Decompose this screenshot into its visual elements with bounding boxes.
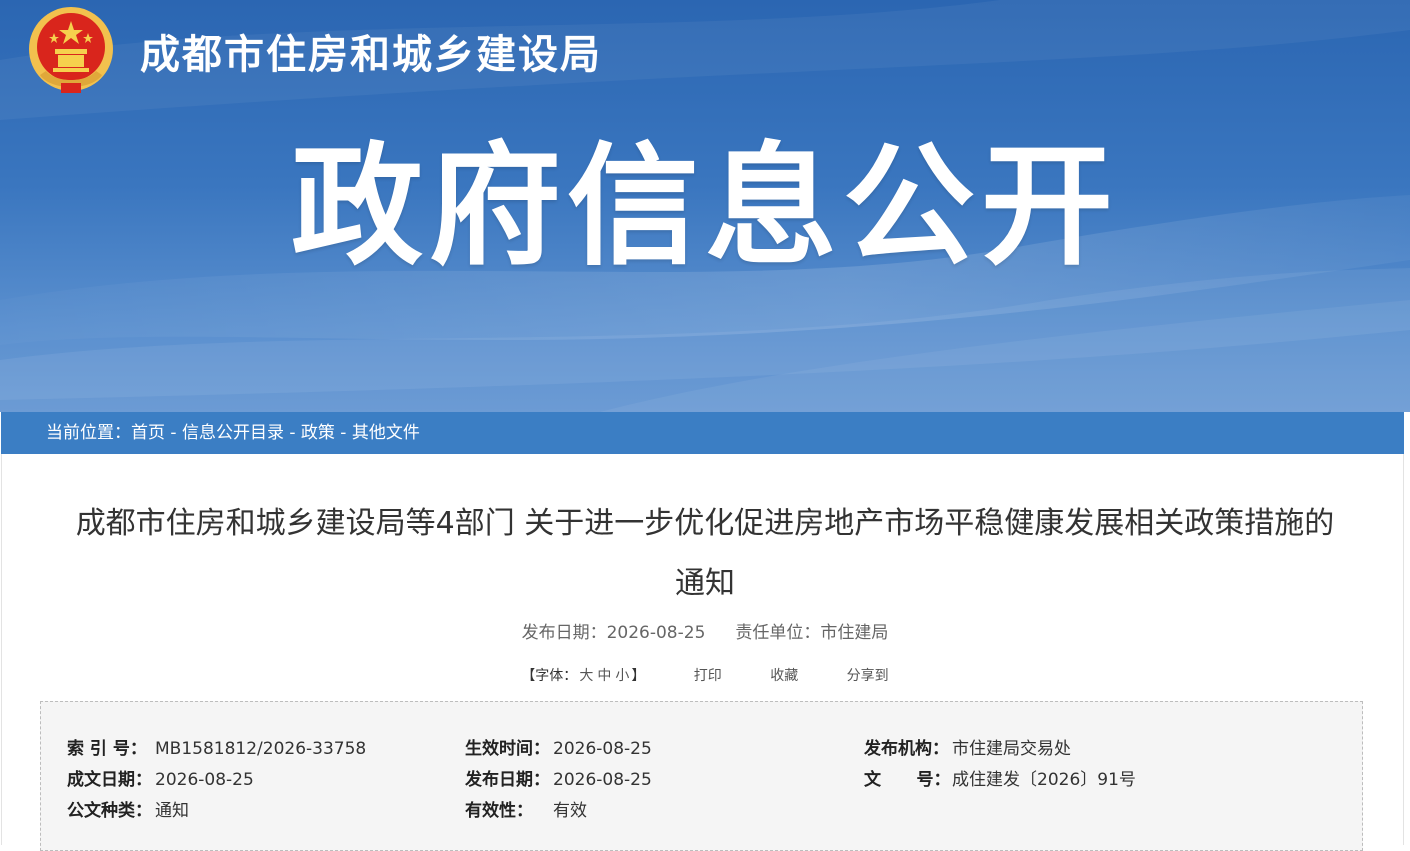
breadcrumb-home[interactable]: 首页 bbox=[131, 423, 165, 443]
breadcrumb-prefix: 当前位置： bbox=[46, 423, 131, 443]
favorite-button[interactable]: 收藏 bbox=[770, 665, 798, 687]
breadcrumb-other-files[interactable]: 其他文件 bbox=[352, 423, 420, 443]
breadcrumb-info-directory[interactable]: 信息公开目录 bbox=[182, 423, 284, 443]
doc-type-label: 公文种类： bbox=[67, 801, 152, 821]
department-value: 市住建局 bbox=[820, 623, 889, 643]
print-button[interactable]: 打印 bbox=[694, 665, 722, 687]
article-title: 成都市住房和城乡建设局等4部门 关于进一步优化促进房地产市场平稳健康发展相关政策… bbox=[0, 494, 1410, 614]
document-info-panel: 索 引 号： MB1581812/2026-33758 成文日期： 2026-08-… bbox=[40, 701, 1363, 851]
info-row-issuer: 发布机构： 市住建局交易处 bbox=[864, 734, 1136, 765]
font-size-medium-button[interactable]: 中 bbox=[597, 668, 611, 684]
info-row-index-no: 索 引 号： MB1581812/2026-33758 bbox=[67, 734, 366, 765]
doc-no-label: 文 号： bbox=[864, 770, 951, 790]
created-date-value: 2026-08-25 bbox=[155, 770, 254, 790]
national-emblem-icon bbox=[26, 5, 116, 97]
breadcrumb-separator: - bbox=[165, 423, 182, 443]
department-label: 责任单位： bbox=[735, 623, 821, 643]
header-banner: 成都市住房和城乡建设局 政府信息公开 bbox=[0, 0, 1410, 412]
info-row-validity: 有效性： 有效 bbox=[465, 796, 652, 827]
article-meta: 发布日期：2026-08-25 责任单位：市住建局 bbox=[0, 620, 1410, 646]
info-row-publish-date: 发布日期： 2026-08-25 bbox=[465, 765, 652, 796]
article-title-line-1: 成都市住房和城乡建设局等4部门 关于进一步优化促进房地产市场平稳健康发展相关政策… bbox=[75, 506, 1335, 541]
info-row-created-date: 成文日期： 2026-08-25 bbox=[67, 765, 366, 796]
info-column-2: 生效时间： 2026-08-25 发布日期： 2026-08-25 有效性： 有效 bbox=[465, 734, 652, 827]
font-size-large-button[interactable]: 大 bbox=[579, 668, 593, 684]
breadcrumb-separator: - bbox=[283, 423, 301, 443]
effective-time-label: 生效时间： bbox=[465, 739, 550, 759]
index-no-label: 索 引 号： bbox=[67, 739, 147, 759]
index-no-value: MB1581812/2026-33758 bbox=[155, 739, 367, 759]
share-button[interactable]: 分享到 bbox=[847, 665, 889, 687]
breadcrumb-separator: - bbox=[334, 423, 352, 443]
info-row-doc-no: 文 号：成住建发〔2026〕91号 bbox=[864, 765, 1136, 796]
font-size-bracket: 】 bbox=[631, 668, 646, 684]
info-publish-date-value: 2026-08-25 bbox=[553, 770, 652, 790]
doc-type-value: 通知 bbox=[155, 801, 189, 821]
article-tools: 【字体：大中小】 打印 收藏 分享到 bbox=[0, 665, 1410, 687]
created-date-label: 成文日期： bbox=[67, 770, 152, 790]
breadcrumb: 当前位置：首页 - 信息公开目录 - 政策 - 其他文件 bbox=[1, 412, 1404, 454]
issuer-label: 发布机构： bbox=[864, 739, 949, 759]
font-size-small-button[interactable]: 小 bbox=[615, 668, 629, 684]
article-title-line-2: 通知 bbox=[675, 566, 735, 601]
banner-title: 政府信息公开 bbox=[291, 130, 1119, 284]
info-row-doc-type: 公文种类： 通知 bbox=[67, 796, 366, 827]
issuer-value: 市住建局交易处 bbox=[952, 739, 1071, 759]
site-name: 成都市住房和城乡建设局 bbox=[140, 32, 602, 78]
doc-no-value: 成住建发〔2026〕91号 bbox=[952, 770, 1136, 790]
info-publish-date-label: 发布日期： bbox=[465, 770, 550, 790]
validity-label: 有效性： bbox=[465, 801, 533, 821]
publish-date-value: 2026-08-25 bbox=[606, 623, 706, 643]
publish-date-label: 发布日期： bbox=[521, 623, 607, 643]
info-row-effective-time: 生效时间： 2026-08-25 bbox=[465, 734, 652, 765]
validity-value: 有效 bbox=[553, 801, 587, 821]
effective-time-value: 2026-08-25 bbox=[553, 739, 652, 759]
info-column-1: 索 引 号： MB1581812/2026-33758 成文日期： 2026-08-… bbox=[67, 734, 366, 827]
breadcrumb-policy[interactable]: 政策 bbox=[301, 423, 335, 443]
info-column-3: 发布机构： 市住建局交易处 文 号：成住建发〔2026〕91号 bbox=[864, 734, 1136, 796]
font-size-label: 【字体： bbox=[521, 668, 578, 684]
